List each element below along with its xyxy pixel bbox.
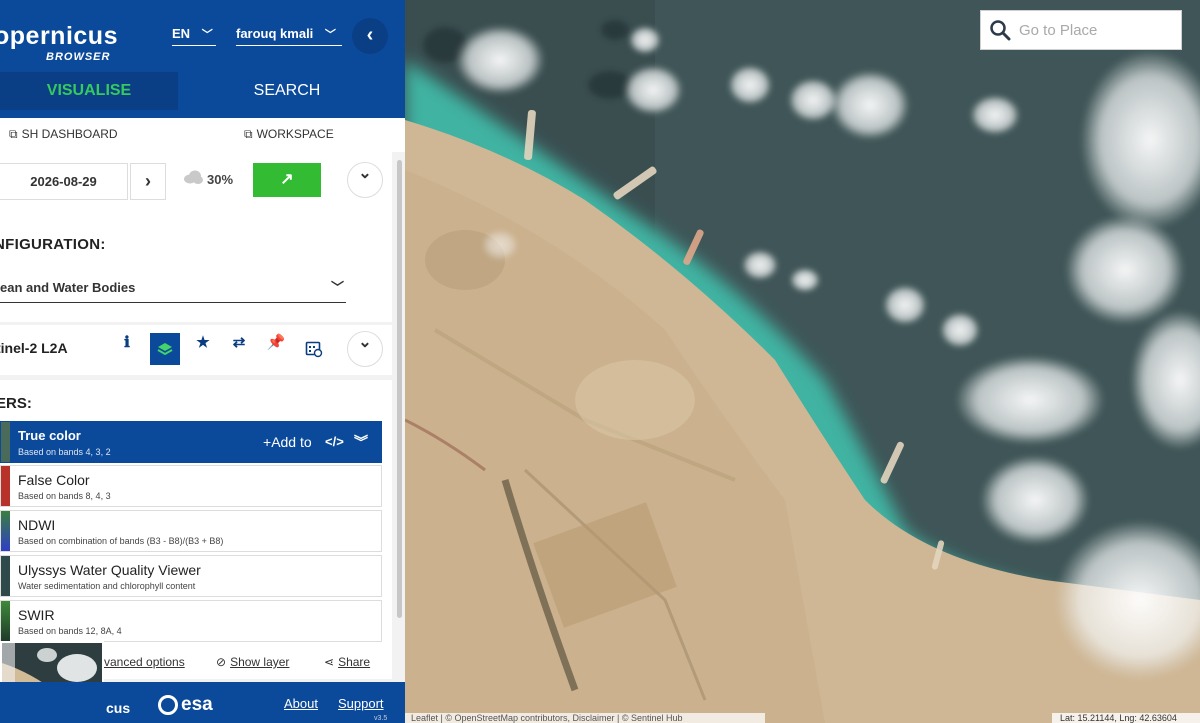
layer-description: Based on bands 4, 3, 2 xyxy=(18,447,111,457)
info-button[interactable]: ℹ xyxy=(112,333,142,365)
expand-date-options-button[interactable]: ⌄ xyxy=(347,162,383,198)
collapse-panel-button[interactable]: ‹ xyxy=(352,18,388,54)
advanced-options-link[interactable]: vanced options xyxy=(104,655,185,669)
user-menu[interactable]: farouq kmali ﹀ xyxy=(236,26,342,46)
copernicus-logo-subtitle: BROWSER xyxy=(46,51,111,63)
map-attribution: Leaflet | © OpenStreetMap contributors, … xyxy=(405,713,765,723)
copernicus-logo: opernicus xyxy=(0,22,118,50)
eye-off-icon: ⊘ xyxy=(216,655,227,669)
tab-visualise[interactable]: VISUALISE xyxy=(0,72,178,110)
layers-title: ERS: xyxy=(0,395,32,412)
add-to-button[interactable]: +Add to xyxy=(263,434,312,450)
version-label: v3.5 xyxy=(374,715,388,722)
chevron-left-icon: ‹ xyxy=(366,24,374,46)
share-link[interactable]: ⋖ Share xyxy=(324,655,370,669)
timelapse-button[interactable] xyxy=(299,333,329,365)
layer-thumbnail xyxy=(1,601,10,641)
satellite-image xyxy=(405,0,1200,723)
external-link-icon: ⧉ xyxy=(9,127,18,141)
language-value: EN xyxy=(172,26,191,41)
layer-name: NDWI xyxy=(18,517,56,533)
layers-icon xyxy=(157,343,173,356)
layer-description: Based on bands 8, 4, 3 xyxy=(18,491,111,501)
cloud-icon xyxy=(184,170,203,184)
layer-item-ulyssys[interactable]: Ulyssys Water Quality Viewer Water sedim… xyxy=(0,555,382,597)
cursor-coordinates: Lat: 15.21144, Lng: 42.63604 xyxy=(1052,713,1200,723)
chevron-down-icon: ﹀ xyxy=(201,29,213,41)
copernicus-footer-logo: cus xyxy=(106,700,131,716)
info-icon: ℹ xyxy=(124,334,130,351)
pushpin-icon: 📌 xyxy=(266,334,286,351)
tab-search[interactable]: SEARCH xyxy=(182,72,392,110)
next-date-button[interactable]: › xyxy=(130,163,166,200)
calendar-grid-icon xyxy=(305,341,323,358)
layer-name: True color xyxy=(18,428,81,443)
layer-thumbnail xyxy=(1,466,10,506)
side-panel: opernicus BROWSER EN ﹀ farouq kmali ﹀ ‹ … xyxy=(0,0,405,723)
satellite-map[interactable] xyxy=(405,0,1200,723)
sh-dashboard-link[interactable]: ⧉ SH DASHBOARD xyxy=(9,127,118,142)
chevron-right-icon: › xyxy=(145,171,151,191)
esa-circle-icon xyxy=(158,695,178,715)
layer-item-swir[interactable]: SWIR Based on bands 12, 8A, 4 xyxy=(0,600,382,642)
panel-footer: cus esa About Support xyxy=(0,682,405,723)
layers-button[interactable] xyxy=(150,333,180,365)
expand-datasource-button[interactable]: ⌄ xyxy=(347,331,383,367)
cloud-coverage-value: 30% xyxy=(207,172,234,187)
place-search-input[interactable] xyxy=(1019,21,1169,39)
layer-name: Ulyssys Water Quality Viewer xyxy=(18,562,201,578)
double-chevron-down-icon[interactable]: ︾ xyxy=(354,432,368,452)
swap-icon: ⇄ xyxy=(232,334,246,351)
layer-name: False Color xyxy=(18,472,90,488)
layer-item-true-color[interactable]: True color Based on bands 4, 3, 2 +Add t… xyxy=(0,421,382,463)
layer-item-ndwi[interactable]: NDWI Based on combination of bands (B3 -… xyxy=(0,510,382,552)
user-name: farouq kmali xyxy=(236,26,314,41)
language-select[interactable]: EN ﹀ xyxy=(172,26,216,46)
workspace-link[interactable]: ⧉ WORKSPACE xyxy=(244,127,334,142)
layer-description: Based on combination of bands (B3 - B8)/… xyxy=(18,536,224,546)
esa-logo: esa xyxy=(158,694,213,716)
scrollbar-thumb[interactable] xyxy=(397,160,402,618)
layer-description: Based on bands 12, 8A, 4 xyxy=(18,626,122,636)
plus-icon: + xyxy=(263,434,272,450)
share-icon: ⋖ xyxy=(324,655,335,669)
chevron-down-icon: ﹀ xyxy=(324,29,336,41)
place-search[interactable] xyxy=(980,10,1182,50)
show-layer-link[interactable]: ⊘ Show layer xyxy=(216,655,289,669)
configuration-value: ean and Water Bodies xyxy=(0,280,136,295)
compare-button[interactable]: ⇄ xyxy=(224,333,254,365)
panel-header: opernicus BROWSER EN ﹀ farouq kmali ﹀ ‹ … xyxy=(0,0,405,118)
layer-description: Water sedimentation and chlorophyll cont… xyxy=(18,581,196,591)
about-link[interactable]: About xyxy=(284,696,318,711)
star-icon: ★ xyxy=(196,334,210,351)
open-date-picker-button[interactable]: ↗ xyxy=(253,163,321,197)
date-picker[interactable]: 2026-08-29 xyxy=(0,163,128,200)
code-icon[interactable]: </> xyxy=(325,434,344,449)
pin-button[interactable]: 📌 xyxy=(261,333,291,365)
external-link-icon: ⧉ xyxy=(244,127,253,141)
quick-links: ⧉ SH DASHBOARD ⧉ WORKSPACE xyxy=(0,118,405,152)
satellite-name: tinel-2 L2A xyxy=(0,340,68,356)
support-link[interactable]: Support xyxy=(338,696,384,711)
layer-thumbnail xyxy=(1,511,10,551)
pins-button[interactable]: ★ xyxy=(188,333,218,365)
chevron-down-icon: ⌄ xyxy=(358,165,372,182)
configuration-select[interactable]: ean and Water Bodies ﹀ xyxy=(0,278,346,303)
layer-name: SWIR xyxy=(18,607,55,623)
chevron-down-icon: ﹀ xyxy=(330,280,344,295)
search-icon xyxy=(990,20,1011,41)
layer-thumbnail xyxy=(1,556,10,596)
layer-item-false-color[interactable]: False Color Based on bands 8, 4, 3 xyxy=(0,465,382,507)
arrow-up-right-icon: ↗ xyxy=(280,171,294,188)
layer-thumbnail xyxy=(1,422,10,462)
configuration-title: NFIGURATION: xyxy=(0,236,106,253)
chevron-down-icon: ⌄ xyxy=(358,334,372,351)
configuration-card xyxy=(0,212,392,322)
